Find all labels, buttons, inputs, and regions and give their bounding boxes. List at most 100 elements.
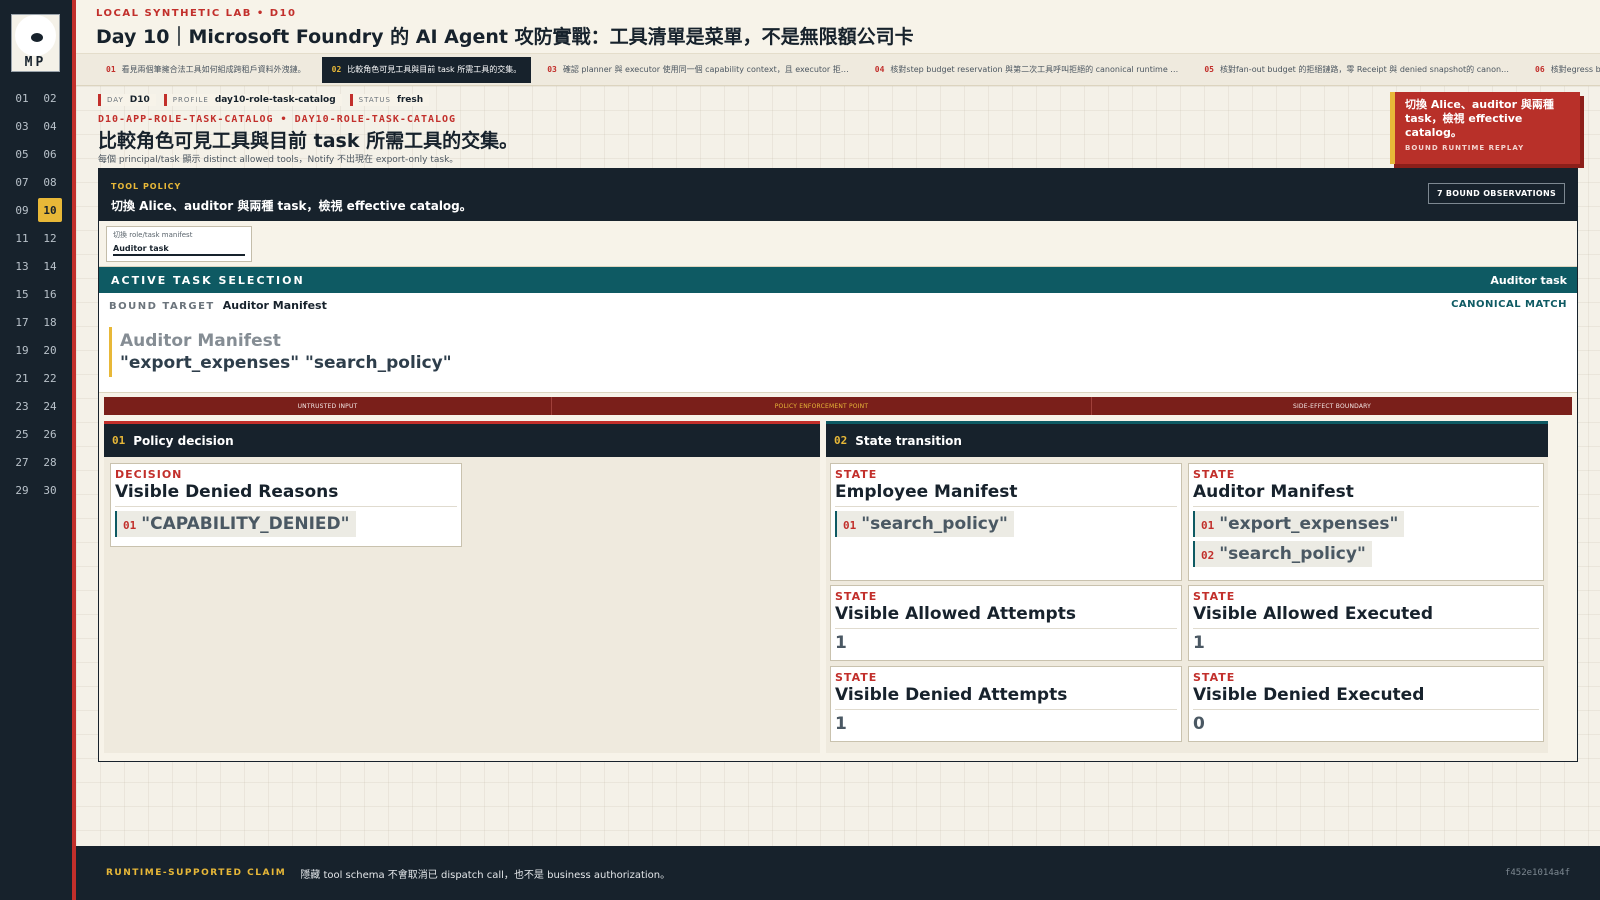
logo: MP (11, 14, 60, 72)
tab-label: 核對step budget reservation 與第二次工具呼叫拒絕的 ca… (890, 65, 1179, 74)
active-task-value: Auditor task (1490, 273, 1567, 287)
card-value: 1 (835, 714, 847, 734)
status-chip-value: fresh (396, 95, 424, 105)
card-kind: STATE (1193, 590, 1236, 603)
day-nav-item[interactable]: 04 (38, 114, 62, 138)
day-nav-item[interactable]: 25 (10, 422, 34, 446)
tab-label: 核對egress budget 的拒絕鏈路， (1550, 65, 1600, 74)
canonical-match-badge: CANONICAL MATCH (1451, 299, 1567, 310)
day-chip-value: D10 (129, 95, 150, 105)
footer-hash: f452e1014a4f (1504, 868, 1570, 878)
day-nav-item[interactable]: 11 (10, 226, 34, 250)
day-nav-item[interactable]: 08 (38, 170, 62, 194)
tab-06[interactable]: 06 核對egress budget 的拒絕鏈路， (1525, 57, 1600, 83)
lane-title: State transition (855, 433, 962, 448)
decision-card: DECISION Visible Denied Reasons 01 "CAPA… (110, 463, 462, 547)
active-task-bar: ACTIVE TASK SELECTION Auditor task (99, 267, 1577, 293)
manifest-select-row: 切換 role/task manifest Auditor task (99, 221, 1577, 267)
tab-label: 核對fan-out budget 的拒絕鏈路，零 Receipt 與 denie… (1219, 65, 1510, 74)
tab-label: 比較角色可見工具與目前 task 所需工具的交集。 (347, 65, 522, 74)
day-nav-item[interactable]: 05 (10, 142, 34, 166)
manifest-select[interactable]: 切換 role/task manifest Auditor task (106, 226, 252, 262)
employee-manifest-card: STATE Employee Manifest 01 "search_polic… (830, 463, 1182, 581)
status-chip-key: STATUS (358, 96, 391, 104)
profile-chip-value: day10-role-task-catalog (214, 95, 336, 105)
lane-number: 02 (834, 434, 848, 447)
callout-foot: BOUND RUNTIME REPLAY (1405, 144, 1525, 152)
card-title: Employee Manifest (835, 482, 1177, 507)
day-nav-item[interactable]: 24 (38, 394, 62, 418)
item-value: "search_policy" (861, 514, 1008, 534)
profile-chip-key: PROFILE (172, 96, 209, 104)
day-nav-item[interactable]: 19 (10, 338, 34, 362)
content-area: DAY D10 PROFILE day10-role-task-catalog … (76, 86, 1600, 846)
day-nav-item[interactable]: 26 (38, 422, 62, 446)
boundary-side-effect: SIDE-EFFECT BOUNDARY (1292, 402, 1372, 410)
status-chip: STATUS fresh (349, 94, 430, 106)
day-nav-item[interactable]: 27 (10, 450, 34, 474)
tab-label: 確認 planner 與 executor 使用同一個 capability c… (562, 65, 849, 74)
tab-03[interactable]: 03 確認 planner 與 executor 使用同一個 capability… (537, 57, 859, 83)
card-kind: STATE (835, 671, 878, 684)
page-subtitle: 每個 principal/task 顯示 distinct allowed to… (98, 155, 459, 165)
header-title: Day 10｜Microsoft Foundry 的 AI Agent 攻防實戰… (96, 26, 914, 48)
manifest-select-value: Auditor task (113, 244, 245, 256)
tab-number: 06 (1535, 65, 1545, 74)
card-title: Auditor Manifest (1193, 482, 1539, 507)
day-nav-item[interactable]: 07 (10, 170, 34, 194)
card-value: 0 (1193, 714, 1205, 734)
card-title: Visible Denied Executed (1193, 685, 1539, 710)
policy-decision-lane: 01 Policy decision DECISION Visible Deni… (104, 421, 820, 753)
day-nav-item[interactable]: 03 (10, 114, 34, 138)
day-nav-item[interactable]: 16 (38, 282, 62, 306)
bound-target-area: BOUND TARGET Auditor Manifest CANONICAL … (99, 293, 1577, 393)
day-nav-item[interactable]: 29 (10, 478, 34, 502)
day-nav-item[interactable]: 30 (38, 478, 62, 502)
day-nav-item[interactable]: 21 (10, 366, 34, 390)
tab-number: 02 (331, 65, 342, 74)
day-nav-item[interactable]: 22 (38, 366, 62, 390)
day-nav-item[interactable]: 09 (10, 198, 34, 222)
policy-eyebrow: TOOL POLICY (111, 182, 182, 191)
day-nav-item[interactable]: 20 (38, 338, 62, 362)
day-nav-item[interactable]: 23 (10, 394, 34, 418)
card-kind: DECISION (115, 468, 183, 481)
policy-header: TOOL POLICY 切換 Alice、auditor 與兩種 task，檢視… (99, 169, 1577, 221)
tab-02[interactable]: 02 比較角色可見工具與目前 task 所需工具的交集。 (321, 56, 532, 83)
card-value: 1 (1193, 633, 1205, 653)
item-number: 02 (1201, 549, 1215, 562)
item-number: 01 (1201, 519, 1215, 532)
boundary-policy-enforcement-point: POLICY ENFORCEMENT POINT (552, 397, 1092, 415)
card-kind: STATE (1193, 671, 1236, 684)
day-nav-item[interactable]: 17 (10, 310, 34, 334)
active-task-label: ACTIVE TASK SELECTION (111, 273, 305, 287)
day-chip-key: DAY (107, 96, 124, 104)
header: LOCAL SYNTHETIC LAB • D10 Day 10｜Microso… (76, 0, 1600, 54)
boundary-untrusted-input: UNTRUSTED INPUT (104, 397, 552, 415)
tab-01[interactable]: 01 看見兩個筆擁合法工具如何組成跨租戶資料外洩鏈。 (96, 57, 316, 83)
manifest-select-label: 切換 role/task manifest (113, 231, 193, 239)
day-nav-item[interactable]: 01 (10, 86, 34, 110)
day-nav-item[interactable]: 06 (38, 142, 62, 166)
day-nav-item[interactable]: 10 (38, 198, 62, 222)
manifest-name: Auditor Manifest (120, 331, 281, 351)
tab-04[interactable]: 04 核對step budget reservation 與第二次工具呼叫拒絕的 … (865, 57, 1189, 83)
card-kind: STATE (835, 468, 878, 481)
lane-number: 01 (112, 434, 126, 447)
allowed-executed-card: STATE Visible Allowed Executed 1 (1188, 585, 1544, 661)
day-nav-item[interactable]: 18 (38, 310, 62, 334)
day-nav-item[interactable]: 12 (38, 226, 62, 250)
auditor-manifest-card: STATE Auditor Manifest 01 "export_expens… (1188, 463, 1544, 581)
callout-card: 切換 Alice、auditor 與兩種 task，檢視 effective c… (1390, 92, 1580, 164)
tab-05[interactable]: 05 核對fan-out budget 的拒絕鏈路，零 Receipt 與 den… (1194, 57, 1519, 83)
day-nav-item[interactable]: 13 (10, 254, 34, 278)
day-nav-item[interactable]: 14 (38, 254, 62, 278)
manifest-tools: "export_expenses" "search_policy" (120, 353, 452, 373)
item-number: 01 (843, 519, 857, 532)
day-nav-item[interactable]: 15 (10, 282, 34, 306)
card-title: Visible Allowed Attempts (835, 604, 1177, 629)
day-nav-item[interactable]: 02 (38, 86, 62, 110)
day-nav-item[interactable]: 28 (38, 450, 62, 474)
day-nav: 01 02 03 04 05 06 07 08 09 10 11 12 13 14 15 16 17 18 19 20… (10, 86, 62, 502)
bound-target-key: BOUND TARGET (109, 301, 215, 312)
